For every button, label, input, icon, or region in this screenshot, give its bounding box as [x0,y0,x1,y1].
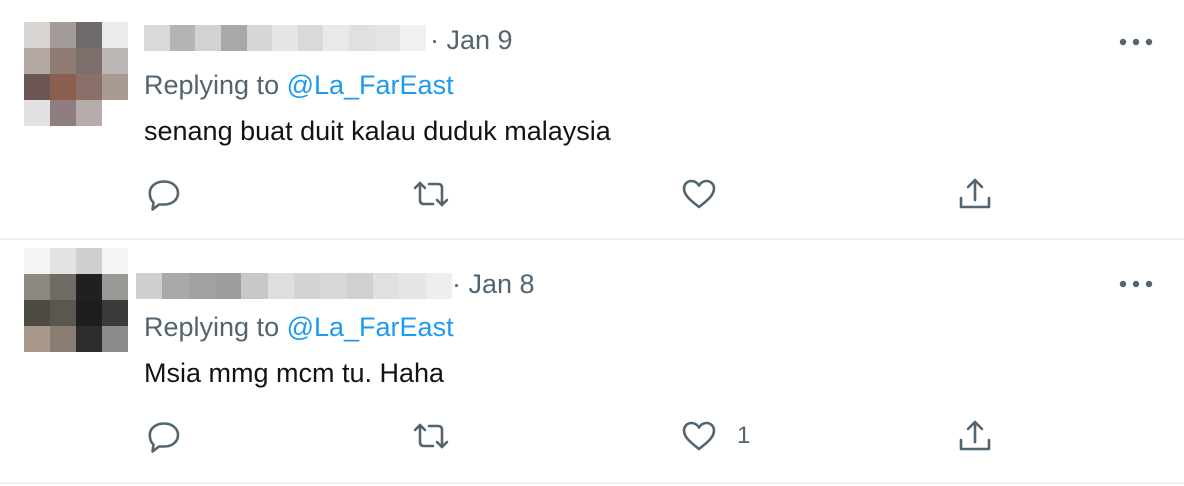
heart-icon [682,421,716,451]
retweet-icon [413,423,449,449]
replying-to: Replying to @La_FarEast [144,70,454,101]
like-count: 1 [737,422,751,449]
share-button[interactable] [955,174,995,214]
reply-icon [148,180,180,211]
heart-icon [682,179,716,209]
retweet-icon [413,181,449,207]
replying-to-label: Replying to [144,70,287,100]
replying-to-label: Replying to [144,312,287,342]
tweet-text: senang buat duit kalau duduk malaysia [144,116,611,146]
more-horizontal-icon [1119,280,1153,288]
more-horizontal-icon [1119,38,1153,46]
tweet-date[interactable]: · Jan 9 [430,25,513,56]
retweet-button[interactable] [411,416,451,456]
redacted-display-name[interactable] [136,273,452,299]
avatar[interactable] [24,248,128,352]
like-button[interactable]: 1 [679,416,750,456]
tweet[interactable]: · Jan 9 Replying to @La_FarEast senang b… [0,0,1184,238]
redacted-display-name[interactable] [144,25,427,51]
avatar[interactable] [24,22,128,126]
reply-button[interactable] [144,174,184,214]
like-button[interactable] [679,174,737,214]
replying-to-handle-link[interactable]: @La_FarEast [287,312,454,342]
replying-to: Replying to @La_FarEast [144,312,454,343]
tweet[interactable]: · Jan 8 Replying to @La_FarEast Msia mmg… [0,240,1184,484]
more-options-button[interactable] [1118,34,1154,50]
tweet-text: Msia mmg mcm tu. Haha [144,358,445,388]
replying-to-handle-link[interactable]: @La_FarEast [287,70,454,100]
retweet-button[interactable] [411,174,451,214]
reply-button[interactable] [144,416,184,456]
more-options-button[interactable] [1118,276,1154,292]
tweet-divider [0,482,1184,484]
reply-icon [148,422,180,453]
tweet-date[interactable]: · Jan 8 [452,269,535,300]
share-icon [959,420,991,451]
share-button[interactable] [955,416,995,456]
share-icon [959,178,991,209]
